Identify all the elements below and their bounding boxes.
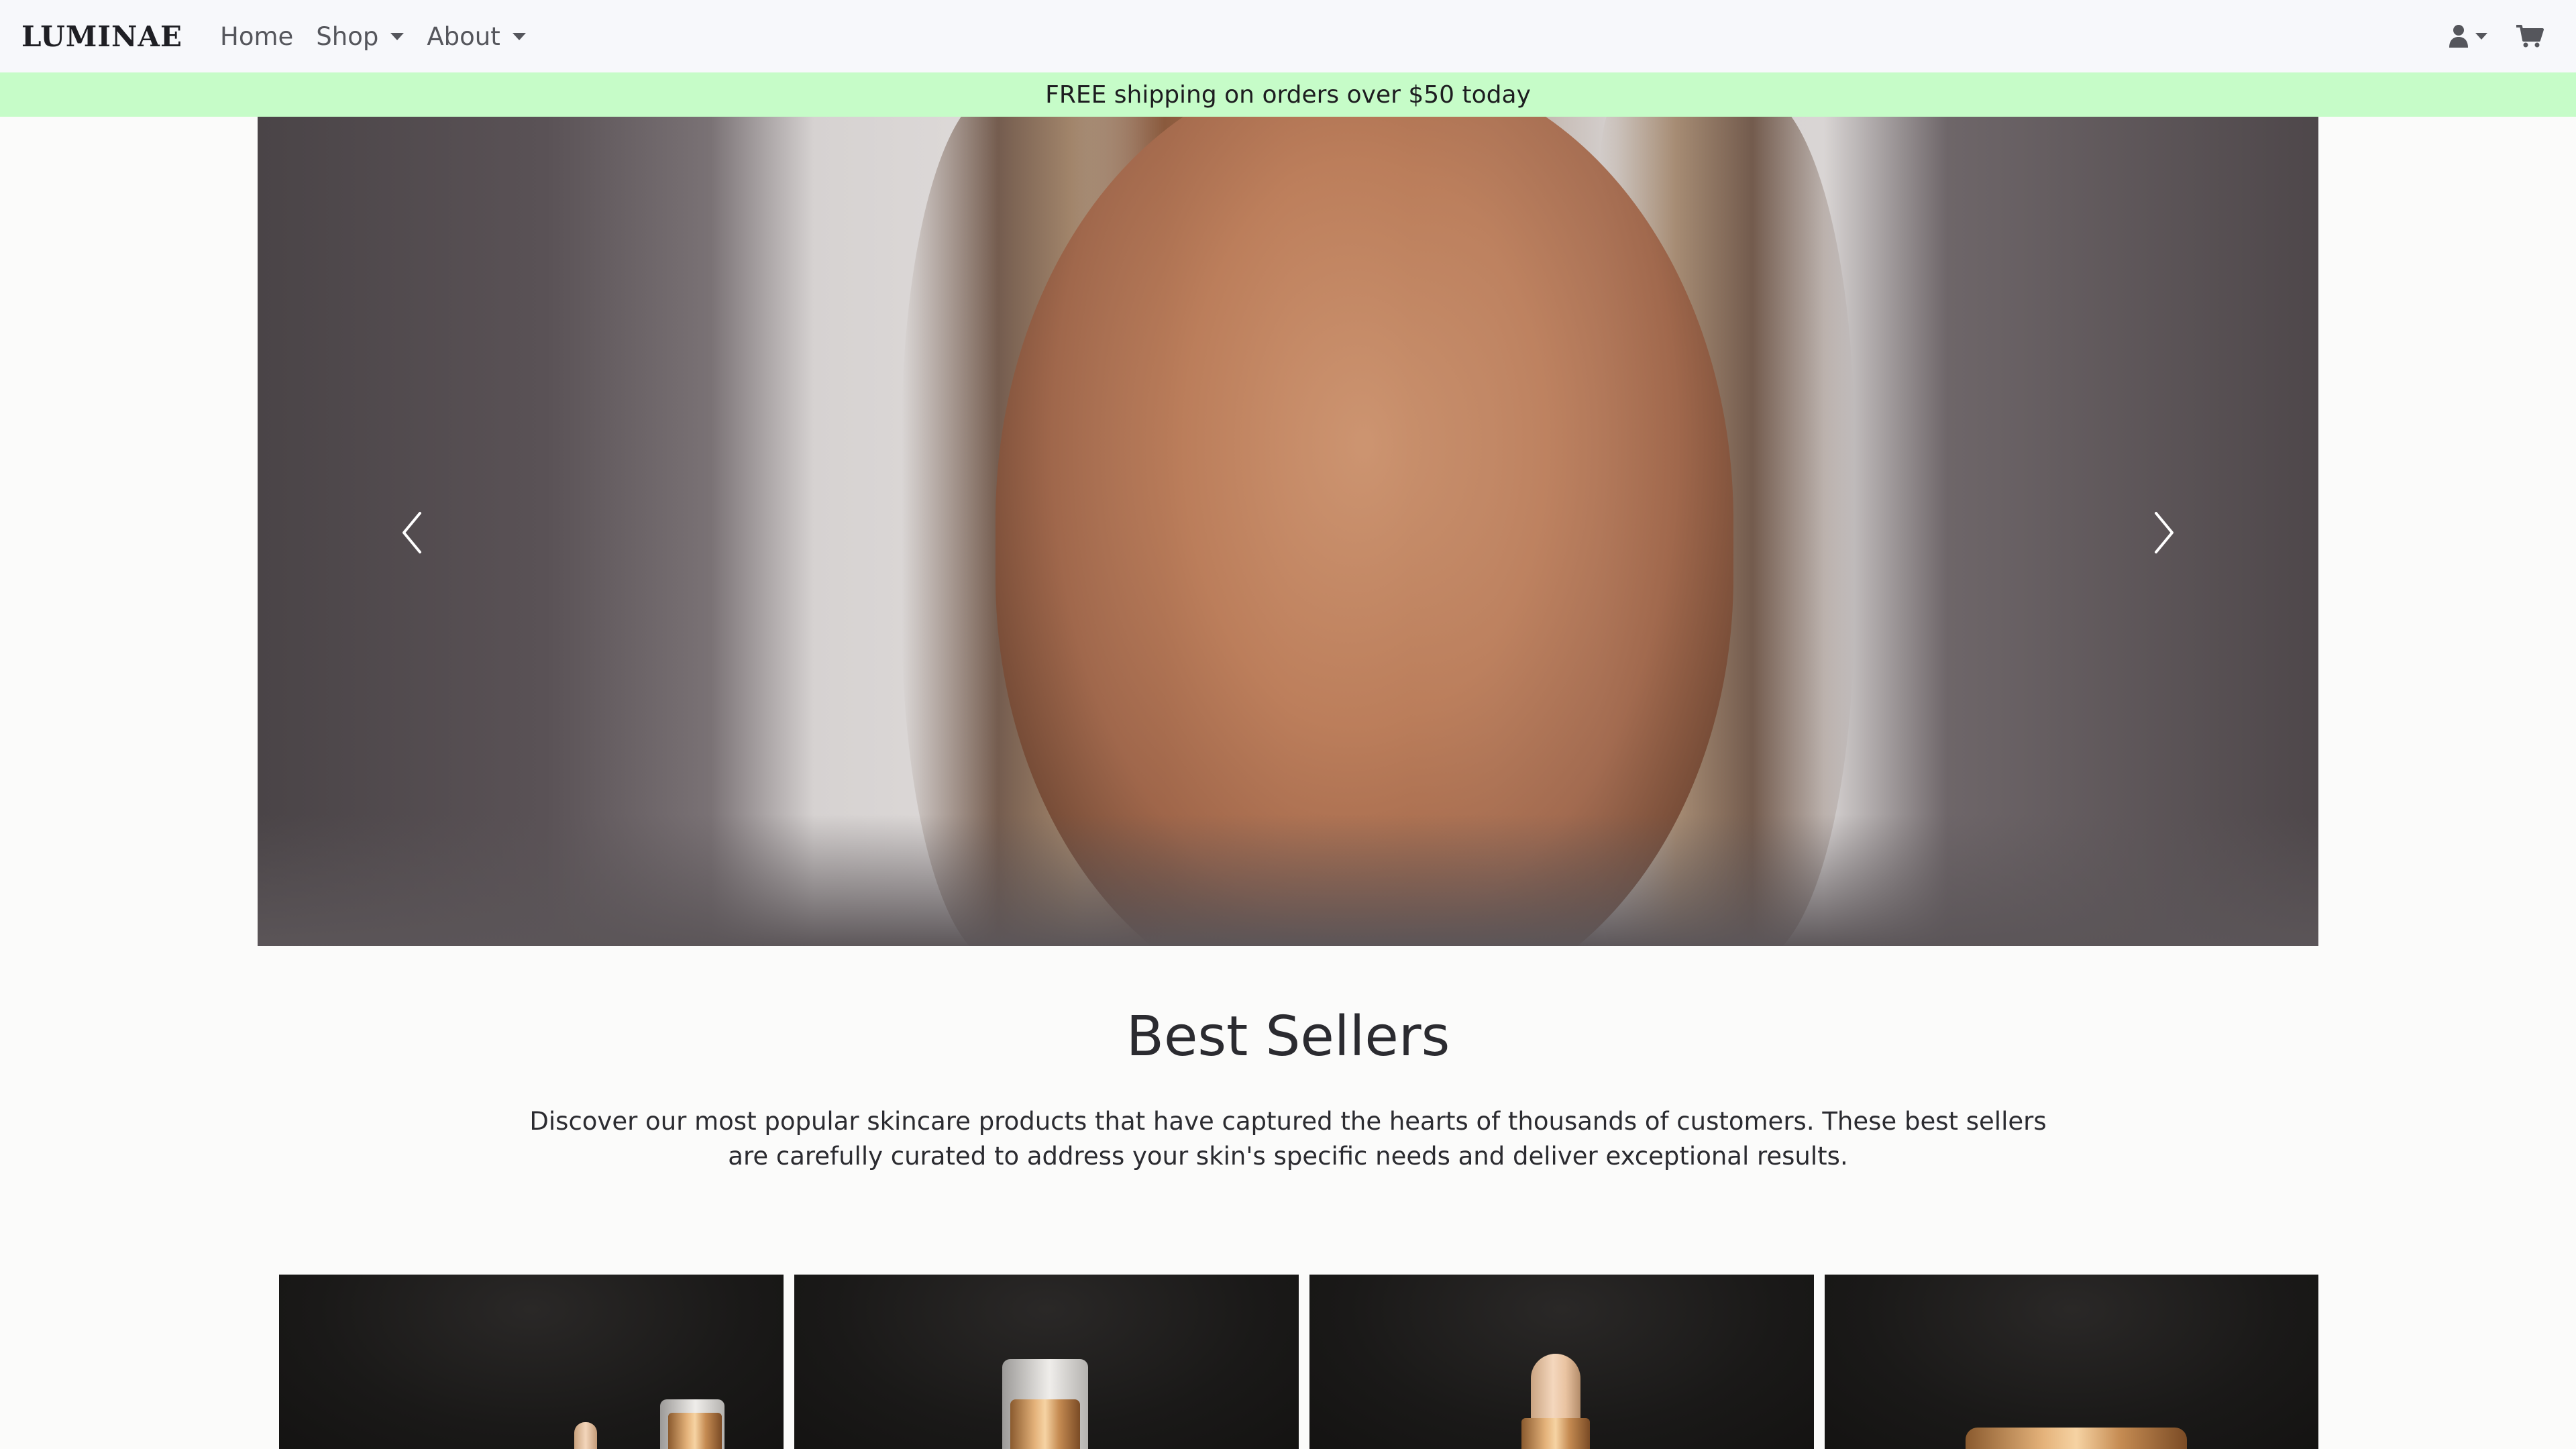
product-card[interactable] — [794, 1275, 1299, 1449]
hero-carousel — [258, 117, 2318, 946]
product-grid — [279, 1275, 2318, 1449]
hero-image-shoulders — [258, 814, 2318, 946]
brand-logo[interactable]: LUMINAE — [21, 0, 182, 72]
product-image-pump-neck — [668, 1413, 722, 1449]
chevron-down-icon — [390, 32, 405, 40]
nav-link-shop[interactable]: Shop — [316, 21, 405, 51]
promo-banner: FREE shipping on orders over $50 today — [0, 72, 2576, 117]
chevron-down-icon — [2475, 33, 2487, 40]
user-icon — [2449, 25, 2468, 48]
nav-link-about-label: About — [427, 21, 500, 51]
chevron-down-icon — [512, 32, 526, 40]
product-card[interactable] — [279, 1275, 784, 1449]
best-sellers-title: Best Sellers — [1126, 1005, 1450, 1069]
cart-button[interactable] — [2516, 24, 2544, 48]
product-image-dropper-collar — [1521, 1418, 1590, 1449]
promo-text: FREE shipping on orders over $50 today — [1045, 80, 1531, 109]
product-image-pump-neck — [1010, 1399, 1080, 1449]
nav-link-shop-label: Shop — [316, 21, 379, 51]
product-card[interactable] — [1825, 1275, 2318, 1449]
carousel-prev-button[interactable] — [372, 492, 452, 573]
nav-link-about[interactable]: About — [427, 21, 526, 51]
carousel-next-button[interactable] — [2124, 492, 2204, 573]
cart-icon — [2516, 25, 2544, 48]
best-sellers-description: Discover our most popular skincare produ… — [529, 1107, 2047, 1171]
account-dropdown-button[interactable] — [2449, 24, 2487, 48]
nav-link-home[interactable]: Home — [220, 22, 293, 51]
product-image-dropper-small — [574, 1422, 597, 1449]
navbar: LUMINAE Home Shop About — [0, 0, 2576, 72]
nav-link-home-label: Home — [220, 21, 294, 51]
product-card[interactable] — [1309, 1275, 1814, 1449]
product-image-jar-lid — [1966, 1428, 2187, 1449]
nav-actions — [2449, 0, 2544, 72]
nav-links: Home Shop About — [220, 0, 549, 72]
chevron-left-icon — [402, 512, 421, 553]
chevron-right-icon — [2155, 512, 2174, 553]
product-image-dropper-tip — [1531, 1354, 1580, 1428]
